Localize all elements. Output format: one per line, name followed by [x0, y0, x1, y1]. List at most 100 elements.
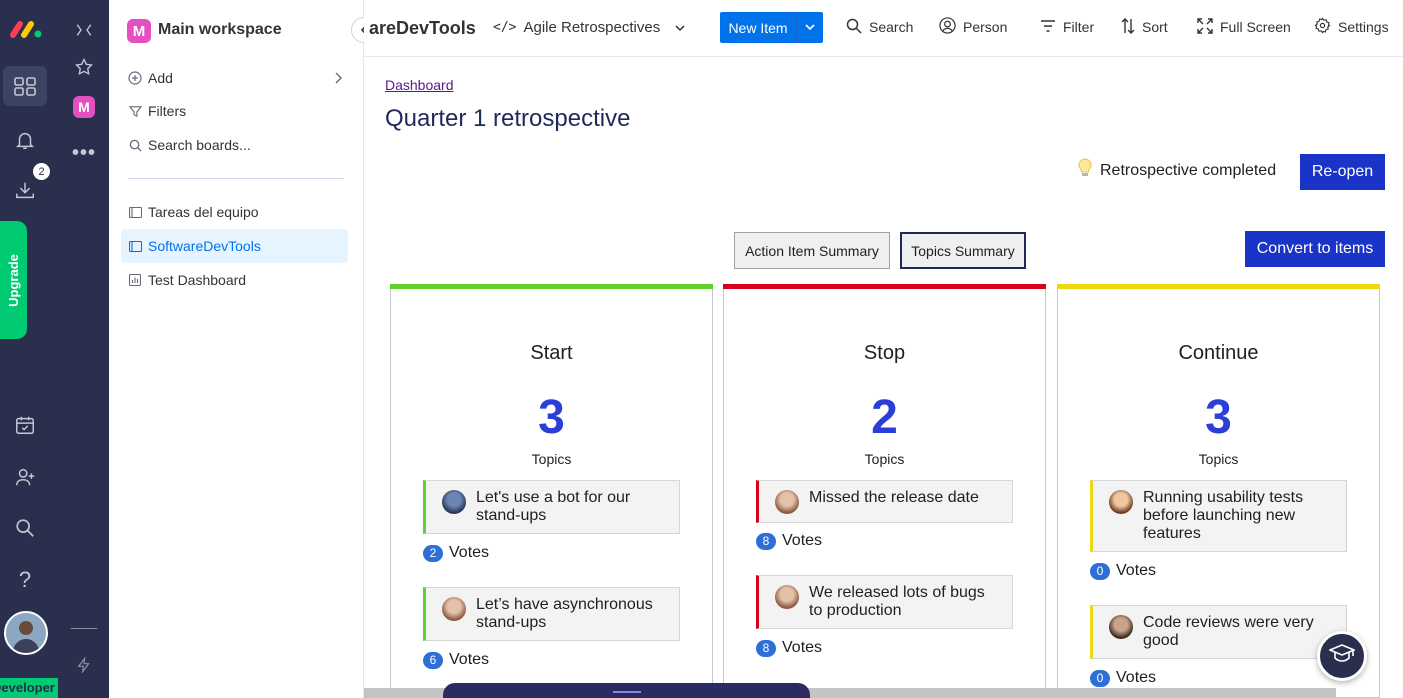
fullscreen-icon — [1197, 17, 1213, 37]
board-icon — [128, 239, 142, 253]
fullscreen-label: Full Screen — [1220, 19, 1291, 35]
drawer-grip — [613, 691, 641, 693]
sidebar-search-label: Search boards... — [148, 137, 251, 153]
topic-text: Running usability tests before launching… — [1143, 489, 1304, 542]
votes-label: Votes — [1116, 562, 1157, 579]
votes-badge: 8 — [756, 639, 776, 657]
invite-user-icon[interactable] — [11, 463, 39, 491]
topic-card[interactable]: Let’s have asynchronous stand-ups — [423, 587, 680, 641]
sidebar-search[interactable]: Search boards... — [121, 128, 348, 162]
column-topics-label: Topics — [531, 451, 572, 467]
sidebar-item-board-active[interactable]: SoftwareDevTools — [121, 229, 348, 263]
star-icon[interactable] — [72, 55, 96, 79]
workspace-title[interactable]: Main workspace — [158, 21, 282, 39]
topic-card[interactable]: Code reviews were very good — [1090, 605, 1347, 659]
upgrade-button[interactable]: Upgrade — [0, 221, 27, 339]
votes-badge: 0 — [1090, 669, 1110, 687]
avatar — [442, 490, 466, 514]
lightning-icon[interactable] — [72, 653, 96, 677]
board-icon — [128, 205, 142, 219]
rail-divider — [71, 628, 97, 629]
topic-card[interactable]: Let's use a bot for our stand-ups — [423, 480, 680, 534]
settings-button[interactable]: Settings — [1314, 0, 1389, 54]
votes-count: 2 Votes — [423, 544, 489, 562]
new-item-button[interactable]: New Item — [720, 12, 796, 43]
developer-badge: Developer — [0, 678, 58, 698]
plus-circle-icon — [128, 71, 142, 85]
avatar — [1109, 490, 1133, 514]
retro-column-start: Start 3 Topics Let's use a bot for our s… — [390, 284, 713, 698]
chevron-right-icon — [334, 71, 342, 87]
workspace-icon[interactable]: M — [127, 19, 151, 43]
calendar-check-icon[interactable] — [11, 411, 39, 439]
dashboard-icon — [128, 273, 142, 287]
person-button[interactable]: Person — [939, 0, 1007, 54]
topic-card[interactable]: Missed the release date — [756, 480, 1013, 523]
page-title: Quarter 1 retrospective — [385, 105, 631, 132]
votes-label: Votes — [449, 651, 490, 668]
action-item-summary-button[interactable]: Action Item Summary — [734, 232, 890, 269]
bottom-drawer-handle[interactable] — [443, 683, 810, 698]
person-icon — [939, 17, 956, 37]
download-icon[interactable] — [11, 176, 39, 204]
votes-count: 8 Votes — [756, 639, 822, 657]
sidebar-item-dashboard[interactable]: Test Dashboard — [121, 263, 348, 297]
sidebar-item-label: Test Dashboard — [148, 272, 247, 288]
topics-summary-button[interactable]: Topics Summary — [900, 232, 1026, 269]
sidebar-filters-label: Filters — [148, 103, 187, 119]
more-icon[interactable]: ••• — [72, 141, 96, 165]
sidebar-filters[interactable]: Filters — [121, 94, 348, 128]
column-topic-count: 3 — [1205, 391, 1232, 444]
app-title-clip: areDevTools — [364, 0, 479, 54]
votes-label: Votes — [449, 544, 490, 561]
topic-text: Missed the release date — [809, 489, 979, 506]
sort-icon — [1121, 17, 1135, 37]
sidebar-item-label: Tareas del equipo — [148, 204, 259, 220]
fullscreen-button[interactable]: Full Screen — [1197, 0, 1291, 54]
collapse-arrows-icon[interactable] — [72, 18, 96, 42]
filter-lines-icon — [1040, 19, 1056, 36]
search-icon — [128, 138, 142, 152]
new-item-group: New Item — [720, 12, 823, 43]
votes-label: Votes — [782, 532, 823, 549]
avatar — [775, 490, 799, 514]
settings-label: Settings — [1338, 19, 1389, 35]
column-title: Continue — [1178, 342, 1259, 364]
votes-count: 0 Votes — [1090, 669, 1156, 687]
board-name: Agile Retrospectives — [523, 18, 661, 36]
votes-label: Votes — [1116, 669, 1157, 686]
topic-card[interactable]: We released lots of bugs to production — [756, 575, 1013, 629]
graduation-cap-icon — [1327, 643, 1357, 670]
sidebar-item-board[interactable]: Tareas del equipo — [121, 195, 348, 229]
workspaces-icon[interactable] — [3, 66, 47, 106]
convert-to-items-button[interactable]: Convert to items — [1245, 231, 1385, 267]
avatar — [442, 597, 466, 621]
avatar — [775, 585, 799, 609]
workspace-avatar[interactable]: M — [73, 96, 95, 118]
topic-text: Let's use a bot for our stand-ups — [476, 489, 631, 524]
topic-text: Code reviews were very good — [1143, 614, 1314, 649]
app-title: areDevTools — [369, 18, 476, 38]
reopen-button[interactable]: Re-open — [1300, 154, 1385, 190]
avatar[interactable] — [4, 611, 48, 655]
votes-count: 0 Votes — [1090, 562, 1156, 580]
search-button[interactable]: Search — [846, 0, 913, 54]
help-icon[interactable]: ? — [11, 566, 39, 594]
votes-badge: 6 — [423, 651, 443, 669]
votes-label: Votes — [782, 639, 823, 656]
monday-logo[interactable] — [8, 14, 44, 44]
sort-button[interactable]: Sort — [1121, 0, 1168, 54]
breadcrumb-link[interactable]: Dashboard — [385, 77, 454, 93]
topic-card[interactable]: Running usability tests before launching… — [1090, 480, 1347, 552]
sidebar-add[interactable]: Add — [121, 61, 348, 95]
topic-text: We released lots of bugs to production — [809, 584, 985, 619]
board-selector[interactable]: </> Agile Retrospectives — [493, 0, 685, 54]
votes-badge: 0 — [1090, 562, 1110, 580]
bell-icon[interactable] — [11, 126, 39, 154]
filter-button[interactable]: Filter — [1040, 0, 1094, 54]
learning-center-button[interactable] — [1317, 631, 1367, 681]
retro-column-stop: Stop 2 Topics Missed the release date 8 … — [723, 284, 1046, 698]
search-icon[interactable] — [11, 514, 39, 542]
new-item-dropdown[interactable] — [797, 12, 823, 43]
status-text: Retrospective completed — [1100, 161, 1277, 179]
